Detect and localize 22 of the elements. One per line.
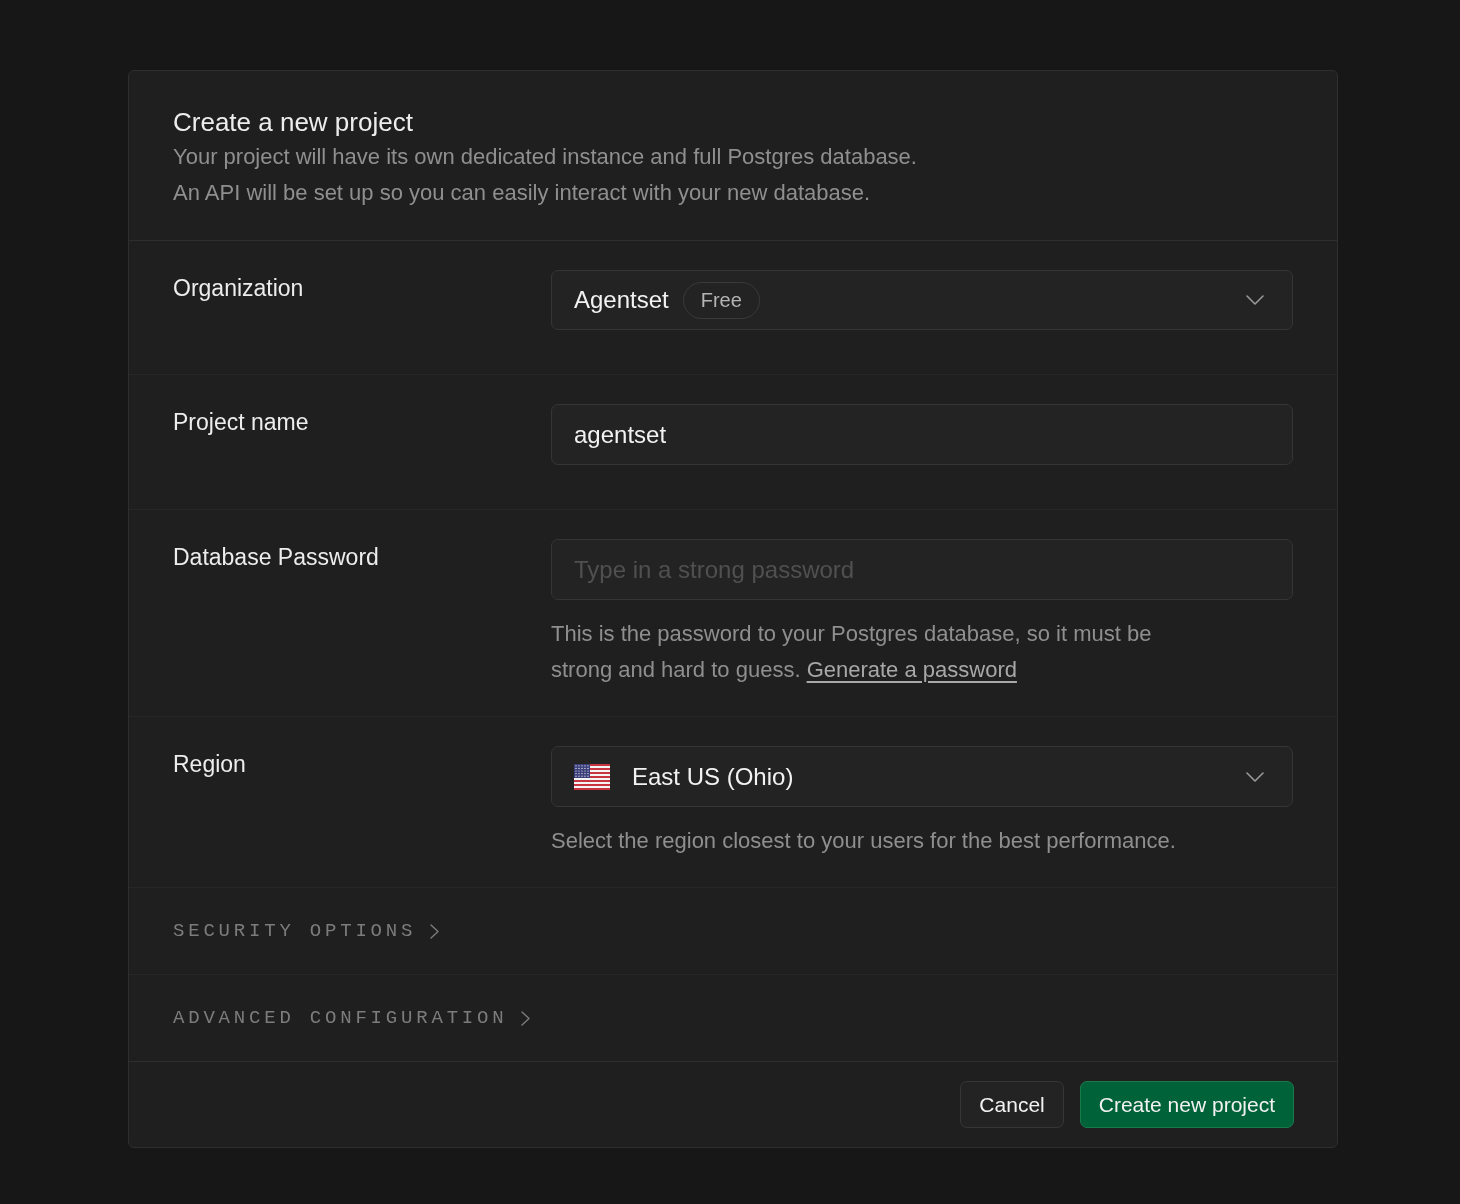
help-text: This is the password to your Postgres database, so it must be strong and hard to guess. Generate a password (551, 620, 1153, 684)
organization-select[interactable]: Agentset Free (551, 270, 1293, 330)
chevron-right-icon (430, 923, 440, 939)
field-label: Database Password (173, 543, 380, 572)
generate-password-link[interactable]: Generate a password (806, 657, 1017, 682)
dialog-description: Your project will have its own dedicated instance and full Postgres database. (173, 143, 918, 171)
field-label: Organization (173, 274, 305, 303)
help-text: Select the region closest to your users for the best performance. (551, 827, 1177, 855)
section-toggle[interactable]: SECURITY OPTIONS (173, 916, 440, 946)
region-select[interactable]: East US (Ohio) (551, 746, 1293, 807)
dialog-title: Create a new project (173, 106, 414, 139)
section-toggle[interactable]: ADVANCED CONFIGURATION (173, 1003, 531, 1033)
field-label: Region (173, 750, 247, 779)
project-name-field[interactable]: agentset (551, 404, 1293, 465)
chevron-right-icon (521, 1010, 531, 1026)
cancel-button[interactable]: Cancel (960, 1081, 1064, 1128)
chevron-down-icon (1246, 771, 1264, 782)
flag-icon (574, 763, 610, 790)
dialog-description: An API will be set up so you can easily interact with your new database. (173, 179, 872, 207)
create-project-button[interactable]: Create new project (1079, 1081, 1294, 1128)
field-label: Project name (173, 408, 310, 437)
chevron-down-icon (1246, 295, 1264, 305)
